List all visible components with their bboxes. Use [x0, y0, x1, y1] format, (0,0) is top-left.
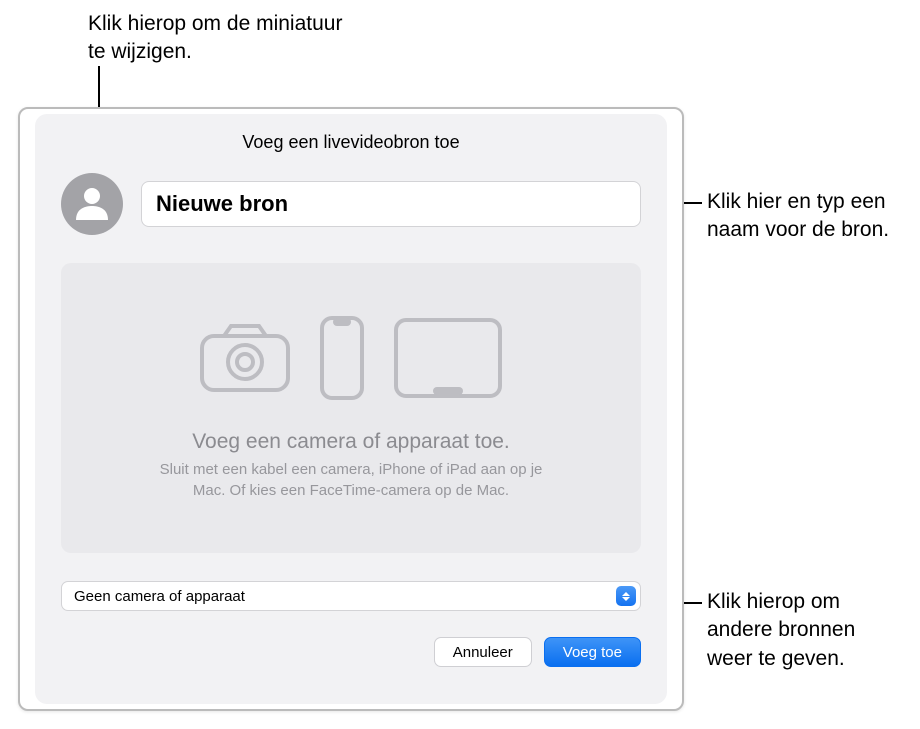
dialog-window: Voeg een livevideobron toe Nieuwe bron	[18, 107, 684, 711]
updown-caret-icon	[616, 586, 636, 606]
preview-icon-row	[199, 315, 503, 406]
button-row: Annuleer Voeg toe	[61, 637, 641, 667]
source-name-value: Nieuwe bron	[156, 191, 288, 217]
dialog-header-row: Nieuwe bron	[61, 173, 641, 235]
preview-subtitle: Sluit met een kabel een camera, iPhone o…	[151, 460, 551, 501]
callout-thumbnail: Klik hierop om de miniatuur te wijzigen.	[88, 10, 348, 67]
tablet-icon	[393, 317, 503, 404]
callout-select: Klik hierop om andere bronnen weer te ge…	[707, 588, 897, 673]
callout-name: Klik hier en typ een naam voor de bron.	[707, 188, 897, 245]
phone-icon	[319, 315, 365, 406]
dialog: Voeg een livevideobron toe Nieuwe bron	[35, 114, 667, 704]
confirm-button[interactable]: Voeg toe	[544, 637, 641, 667]
preview-title: Voeg een camera of apparaat toe.	[192, 430, 510, 454]
cancel-button[interactable]: Annuleer	[434, 637, 532, 667]
preview-box: Voeg een camera of apparaat toe. Sluit m…	[61, 263, 641, 553]
camera-icon	[199, 322, 291, 399]
dialog-title: Voeg een livevideobron toe	[61, 132, 641, 153]
thumbnail-button[interactable]	[61, 173, 123, 235]
camera-select-label: Geen camera of apparaat	[74, 588, 616, 605]
camera-select[interactable]: Geen camera of apparaat	[61, 581, 641, 611]
person-silhouette-icon	[72, 182, 112, 227]
source-name-input[interactable]: Nieuwe bron	[141, 181, 641, 227]
